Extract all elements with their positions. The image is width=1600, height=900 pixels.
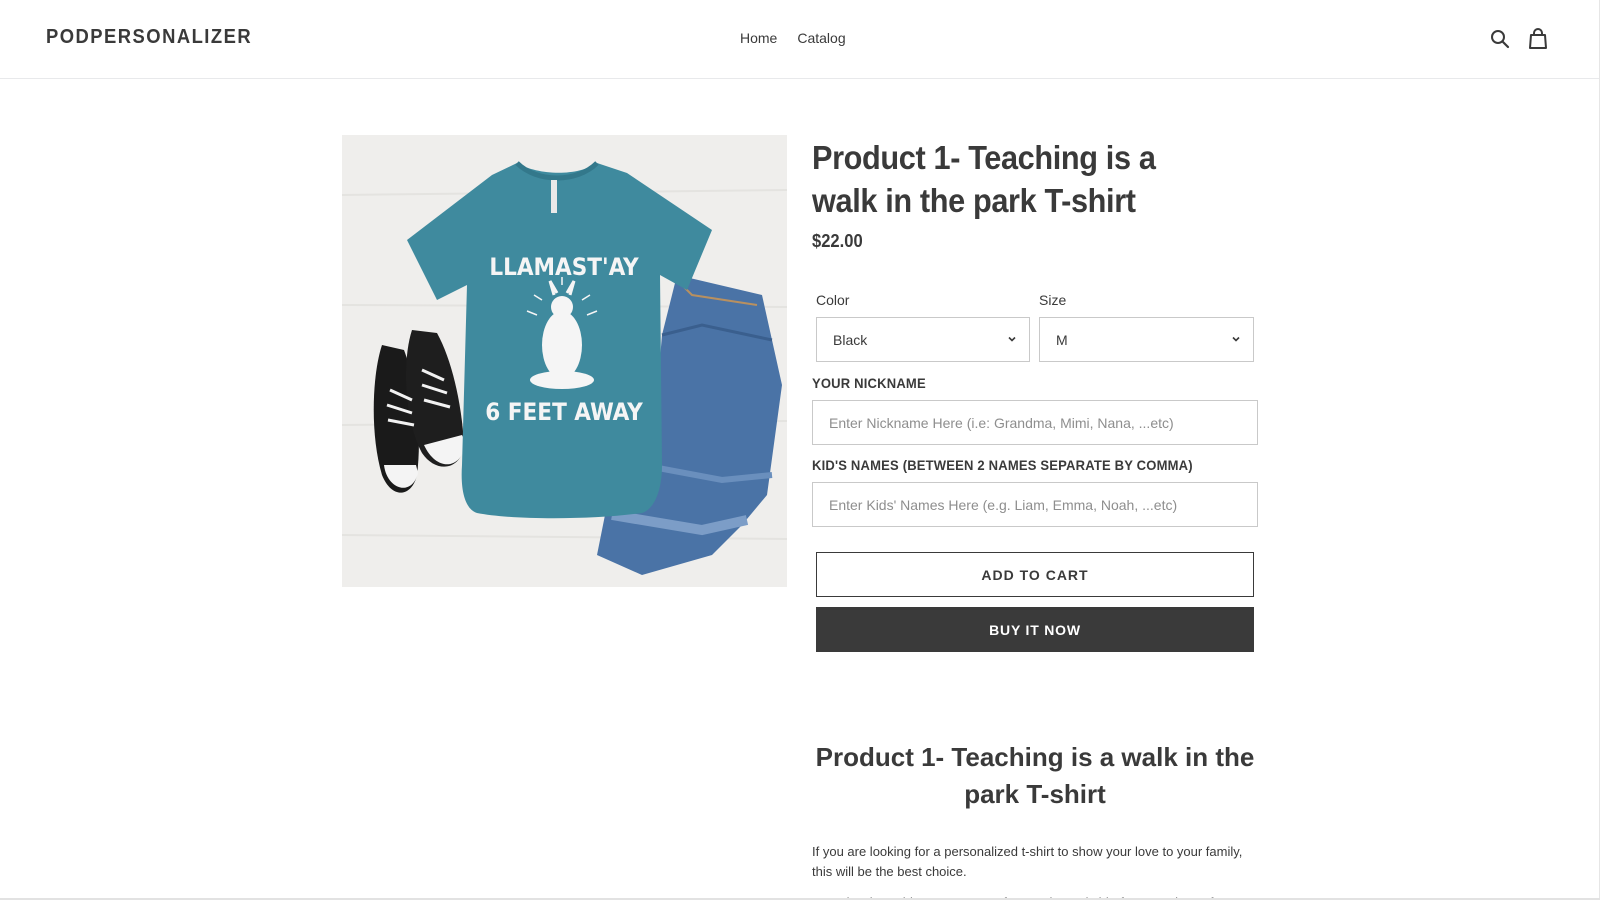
size-label: Size [1039, 292, 1067, 308]
shirt-text-top: LLAMAST'AY [489, 253, 639, 281]
product-title: Product 1- Teaching is a walk in the par… [812, 139, 1156, 219]
buy-it-now-button[interactable]: BUY IT NOW [816, 607, 1254, 652]
nav-item-home[interactable]: Home [740, 30, 777, 46]
chevron-down-icon [1232, 336, 1240, 342]
description-text: If you are looking for a personalized t-… [812, 844, 1243, 879]
color-select[interactable]: Black [816, 317, 1030, 362]
color-label: Color [816, 292, 850, 308]
header-icons [1490, 28, 1548, 50]
nav-item-catalog[interactable]: Catalog [797, 30, 845, 46]
kids-names-label: KID'S NAMES (BETWEEN 2 NAMES SEPARATE BY… [812, 457, 1193, 473]
add-to-cart-button[interactable]: ADD TO CART [816, 552, 1254, 597]
site-header: PODPERSONALIZER Home Catalog [0, 0, 1600, 79]
nickname-input[interactable] [812, 400, 1258, 445]
store-logo[interactable]: PODPERSONALIZER [46, 26, 252, 49]
size-select[interactable]: M [1039, 317, 1254, 362]
description-title: Product 1- Teaching is a walk in the par… [815, 742, 1255, 809]
nickname-label: YOUR NICKNAME [812, 375, 926, 391]
product-price: $22.00 [812, 231, 863, 251]
chevron-down-icon [1008, 336, 1016, 342]
main-nav: Home Catalog [740, 30, 846, 46]
search-icon[interactable] [1490, 28, 1510, 50]
shirt-text-bottom: 6 FEET AWAY [485, 398, 643, 426]
product-photo: LLAMAST'AY 6 FEET AWAY [342, 135, 787, 587]
product-image[interactable]: LLAMAST'AY 6 FEET AWAY [342, 135, 787, 587]
kids-names-input[interactable] [812, 482, 1258, 527]
size-select-value: M [1056, 331, 1068, 348]
cart-icon[interactable] [1528, 28, 1548, 50]
color-select-value: Black [833, 331, 868, 348]
